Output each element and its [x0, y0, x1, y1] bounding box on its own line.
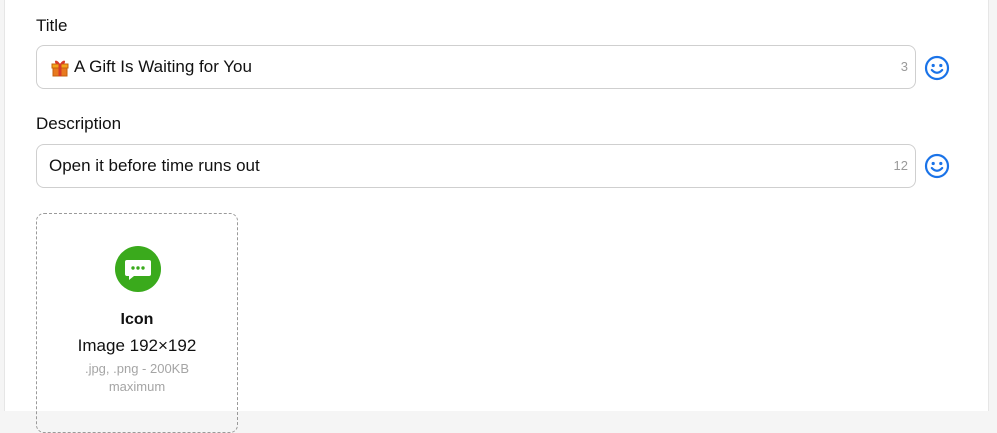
title-char-counter: 3	[900, 59, 908, 74]
icon-upload-hint: .jpg, .png - 200KB maximum	[84, 361, 190, 394]
title-input-value[interactable]: A Gift Is Waiting for You	[74, 57, 252, 77]
description-label: Description	[36, 114, 122, 133]
icon-upload-dropzone[interactable]: Icon Image 192×192 .jpg, .png - 200KB ma…	[36, 213, 238, 433]
chat-bubble-icon	[115, 246, 161, 292]
icon-upload-title: Icon	[120, 311, 154, 328]
description-emoji-button[interactable]	[924, 153, 950, 179]
form-panel: Title A Gift Is Waiting for You 3 Descri…	[4, 0, 989, 433]
smiley-icon	[924, 55, 950, 81]
smiley-icon	[924, 153, 950, 179]
icon-upload-dimensions: Image 192×192	[77, 336, 197, 355]
gift-icon	[50, 57, 70, 77]
title-emoji-button[interactable]	[924, 55, 950, 81]
title-label: Title	[36, 16, 68, 35]
description-input-value[interactable]: Open it before time runs out	[49, 156, 260, 176]
title-input[interactable]: A Gift Is Waiting for You 3	[36, 45, 916, 89]
description-input[interactable]: Open it before time runs out 12	[36, 144, 916, 188]
description-char-counter: 12	[893, 158, 908, 173]
